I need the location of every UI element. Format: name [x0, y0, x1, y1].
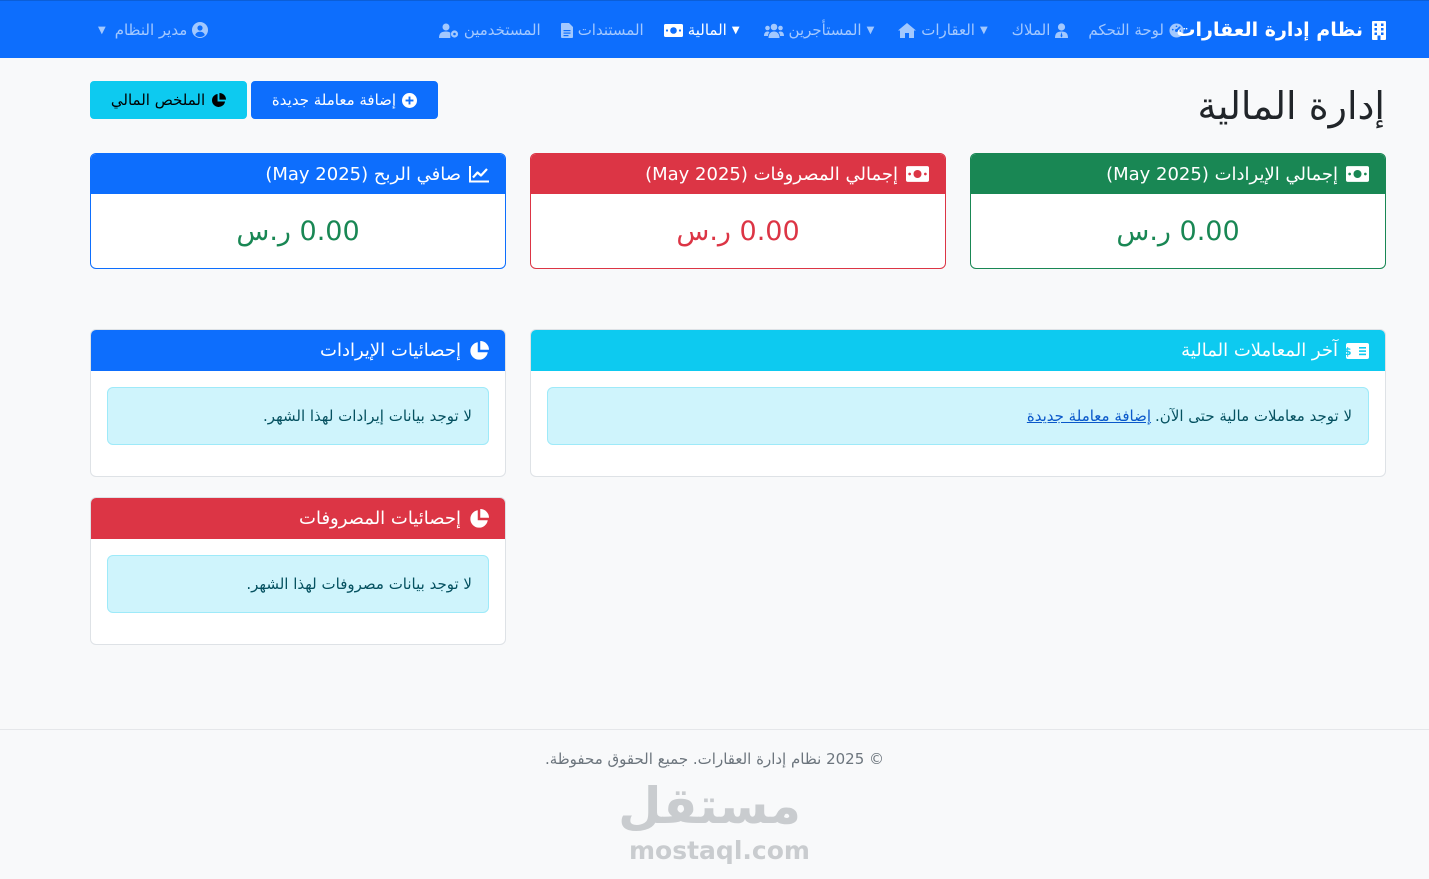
empty-revenue-text: لا توجد بيانات إيرادات لهذا الشهر. [263, 407, 472, 425]
nav-item-finance[interactable]: ▼ المالية [663, 21, 744, 39]
users-cog-icon [438, 23, 459, 38]
total-revenue-card: إجمالي الإيرادات (May 2025) 0.00 ر.س [970, 153, 1386, 269]
total-expenses-title: إجمالي المصروفات (May 2025) [645, 163, 898, 185]
empty-transactions-text: لا توجد معاملات مالية حتى الآن. [1155, 407, 1352, 425]
brand-title: نظام إدارة العقارات [1176, 19, 1363, 41]
money-bill-icon [1346, 166, 1369, 182]
net-profit-value: 0.00 ر.س [236, 215, 360, 247]
add-transaction-button[interactable]: إضافة معاملة جديدة [251, 81, 438, 119]
page-title: إدارة المالية [1197, 84, 1385, 128]
empty-expense-alert: لا توجد بيانات مصروفات لهذا الشهر. [107, 555, 489, 613]
home-icon [898, 22, 917, 38]
net-profit-title: صافي الربح (May 2025) [265, 163, 461, 185]
panel-body: لا توجد بيانات إيرادات لهذا الشهر. [91, 371, 505, 461]
main-nav: لوحة التحكم الملاك ▼ العقارات ▼ المستأجر… [438, 1, 1184, 59]
chevron-down-icon: ▼ [98, 24, 106, 36]
copyright-text: © 2025 نظام إدارة العقارات. جميع الحقوق … [544, 750, 885, 768]
financial-summary-label: الملخص المالي [110, 91, 206, 109]
nav-label-owners: الملاك [1011, 21, 1051, 39]
brand-link[interactable]: نظام إدارة العقارات [1176, 1, 1387, 59]
nav-label-users: المستخدمين [463, 21, 541, 39]
empty-expense-text: لا توجد بيانات مصروفات لهذا الشهر. [246, 575, 472, 593]
revenue-stats-panel: إحصائيات الإيرادات لا توجد بيانات إيرادا… [90, 329, 506, 477]
net-profit-card: صافي الربح (May 2025) 0.00 ر.س [90, 153, 506, 269]
nav-item-tenants[interactable]: ▼ المستأجرين [763, 21, 879, 39]
add-transaction-label: إضافة معاملة جديدة [271, 91, 397, 109]
nav-item-properties[interactable]: ▼ العقارات [898, 21, 991, 39]
chart-pie-icon [469, 508, 489, 529]
user-tie-icon [1055, 22, 1069, 38]
chart-pie-icon [211, 92, 227, 108]
chart-line-icon [469, 165, 489, 183]
total-revenue-value: 0.00 ر.س [1116, 215, 1240, 247]
nav-label-dashboard: لوحة التحكم [1088, 21, 1164, 39]
dashboard-icon [1169, 22, 1184, 38]
chevron-down-icon: ▼ [731, 24, 740, 36]
top-navbar: نظام إدارة العقارات لوحة التحكم الملاك ▼… [0, 0, 1429, 58]
expense-stats-panel: إحصائيات المصروفات لا توجد بيانات مصروفا… [90, 497, 506, 645]
latest-transactions-title: آخر المعاملات المالية [1181, 340, 1338, 361]
users-icon [763, 23, 784, 38]
nav-item-dashboard[interactable]: لوحة التحكم [1088, 21, 1184, 39]
panel-body: لا توجد بيانات مصروفات لهذا الشهر. [91, 539, 505, 629]
panel-body: لا توجد معاملات مالية حتى الآن. إضافة مع… [531, 371, 1385, 461]
total-expenses-card: إجمالي المصروفات (May 2025) 0.00 ر.س [530, 153, 946, 269]
latest-transactions-panel: $ آخر المعاملات المالية لا توجد معاملات … [530, 329, 1386, 477]
user-menu[interactable]: مدير النظام ▼ [98, 1, 209, 59]
nav-label-finance: المالية [687, 21, 727, 39]
nav-label-properties: العقارات [921, 21, 975, 39]
empty-revenue-alert: لا توجد بيانات إيرادات لهذا الشهر. [107, 387, 489, 445]
total-revenue-title: إجمالي الإيرادات (May 2025) [1106, 163, 1338, 185]
chevron-down-icon: ▼ [979, 24, 988, 36]
watermark-english: mostaql.com [629, 836, 810, 865]
file-icon [560, 22, 573, 38]
total-expenses-value: 0.00 ر.س [676, 215, 800, 247]
nav-label-tenants: المستأجرين [788, 21, 862, 39]
card-header: صافي الربح (May 2025) [91, 154, 505, 194]
building-icon [1371, 20, 1387, 40]
card-header: إحصائيات الإيرادات [91, 330, 505, 371]
svg-text:$: $ [1346, 345, 1352, 358]
add-transaction-link[interactable]: إضافة معاملة جديدة [1027, 407, 1151, 425]
user-menu-label: مدير النظام [114, 21, 188, 39]
chart-pie-icon [469, 340, 489, 361]
money-check-icon: $ [1346, 342, 1369, 359]
nav-item-owners[interactable]: الملاك [1012, 21, 1069, 39]
money-bill-icon [906, 166, 929, 182]
user-circle-icon [192, 22, 209, 38]
card-header: إجمالي الإيرادات (May 2025) [971, 154, 1385, 194]
financial-summary-button[interactable]: الملخص المالي [90, 81, 247, 119]
page-footer: © 2025 نظام إدارة العقارات. جميع الحقوق … [0, 729, 1429, 879]
expense-stats-title: إحصائيات المصروفات [299, 508, 461, 529]
nav-label-documents: المستندات [577, 21, 644, 39]
revenue-stats-title: إحصائيات الإيرادات [320, 340, 461, 361]
card-header: إحصائيات المصروفات [91, 498, 505, 539]
watermark-arabic: مستقل [618, 777, 801, 835]
nav-item-documents[interactable]: المستندات [560, 21, 644, 39]
money-bill-icon [663, 23, 683, 37]
plus-circle-icon [402, 92, 418, 108]
mostaql-watermark: مستقل mostaql.com [618, 775, 810, 865]
empty-transactions-alert: لا توجد معاملات مالية حتى الآن. إضافة مع… [547, 387, 1369, 445]
nav-item-users[interactable]: المستخدمين [438, 21, 541, 39]
chevron-down-icon: ▼ [866, 24, 875, 36]
card-header: إجمالي المصروفات (May 2025) [531, 154, 945, 194]
card-header: $ آخر المعاملات المالية [531, 330, 1385, 371]
